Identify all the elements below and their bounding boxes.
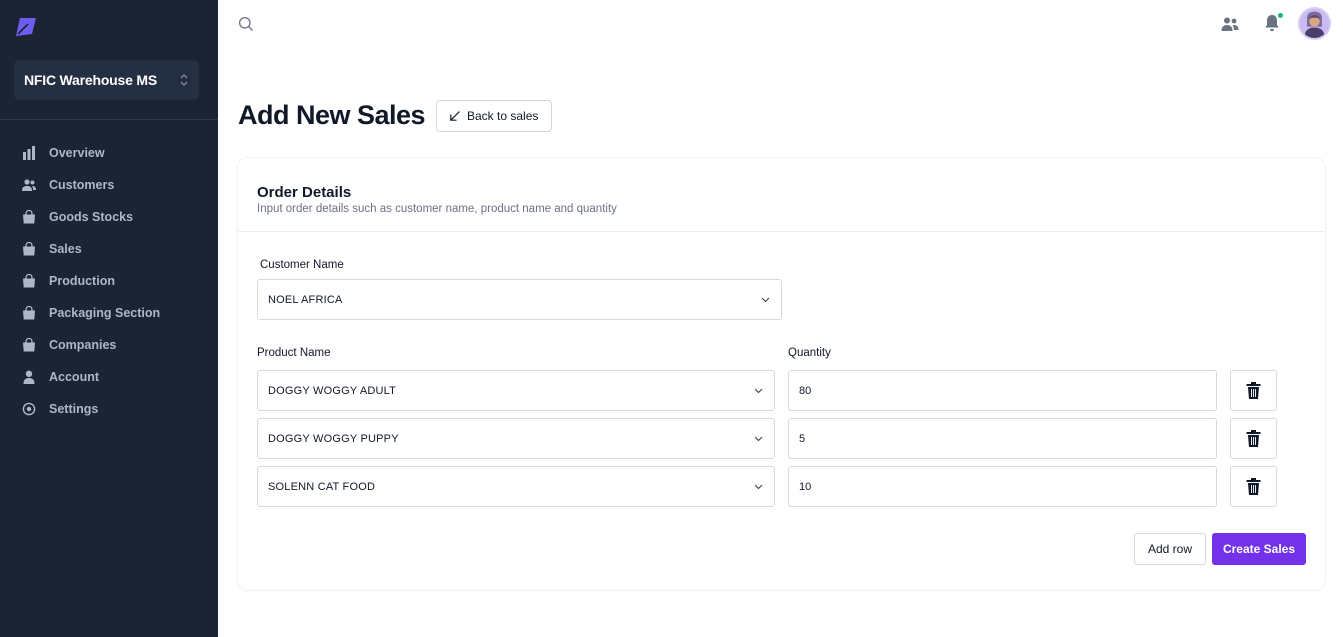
sidebar-item-overview[interactable]: Overview bbox=[0, 137, 218, 169]
chevron-down-icon bbox=[754, 484, 763, 489]
delete-row-button[interactable] bbox=[1230, 418, 1277, 459]
sidebar-item-label: Account bbox=[49, 370, 99, 384]
sidebar-item-settings[interactable]: Settings bbox=[0, 393, 218, 425]
sidebar-item-sales[interactable]: Sales bbox=[0, 233, 218, 265]
search-icon[interactable] bbox=[238, 16, 254, 32]
trash-icon bbox=[1246, 430, 1261, 447]
shopping-bag-icon bbox=[22, 242, 36, 256]
sidebar-item-label: Overview bbox=[49, 146, 105, 160]
leaf-logo-icon[interactable] bbox=[14, 16, 38, 38]
product-value: SOLENN CAT FOOD bbox=[268, 480, 376, 493]
user-avatar[interactable] bbox=[1298, 7, 1331, 40]
product-select[interactable]: SOLENN CAT FOOD bbox=[257, 466, 775, 507]
create-sales-button[interactable]: Create Sales bbox=[1212, 533, 1306, 565]
quantity-value: 5 bbox=[799, 432, 806, 445]
notification-dot bbox=[1277, 12, 1284, 19]
user-icon bbox=[22, 370, 36, 384]
product-value: DOGGY WOGGY PUPPY bbox=[268, 432, 399, 445]
sidebar-item-label: Packaging Section bbox=[49, 306, 161, 320]
product-select[interactable]: DOGGY WOGGY PUPPY bbox=[257, 418, 775, 459]
arrow-down-left-icon bbox=[450, 111, 460, 121]
quantity-label: Quantity bbox=[788, 347, 831, 359]
quantity-input[interactable]: 5 bbox=[788, 418, 1217, 459]
sidebar-item-companies[interactable]: Companies bbox=[0, 329, 218, 361]
customer-name-value: NOEL AFRICA bbox=[268, 293, 343, 306]
sidebar-item-goods-stocks[interactable]: Goods Stocks bbox=[0, 201, 218, 233]
sidebar-item-account[interactable]: Account bbox=[0, 361, 218, 393]
chevron-down-icon bbox=[754, 388, 763, 393]
gear-icon bbox=[22, 402, 36, 416]
quantity-value: 10 bbox=[799, 480, 812, 493]
customer-name-select[interactable]: NOEL AFRICA bbox=[257, 279, 782, 320]
trash-icon bbox=[1246, 382, 1261, 399]
back-to-sales-label: Back to sales bbox=[467, 109, 539, 123]
shopping-bag-icon bbox=[22, 274, 36, 288]
users-icon[interactable] bbox=[1221, 16, 1239, 32]
delete-row-button[interactable] bbox=[1230, 466, 1277, 507]
users-icon bbox=[22, 178, 36, 192]
chevron-up-down-icon bbox=[180, 74, 188, 86]
sidebar-divider bbox=[0, 119, 218, 120]
chevron-down-icon bbox=[761, 297, 770, 302]
sidebar-item-label: Companies bbox=[49, 338, 117, 352]
page-title: Add New Sales bbox=[238, 100, 426, 130]
sidebar-item-label: Goods Stocks bbox=[49, 210, 134, 224]
workspace-switcher[interactable]: NFIC Warehouse MS bbox=[14, 60, 199, 100]
order-details-card: Order Details Input order details such a… bbox=[238, 158, 1325, 590]
add-row-button[interactable]: Add row bbox=[1134, 533, 1206, 565]
quantity-value: 80 bbox=[799, 384, 812, 397]
sidebar-item-label: Settings bbox=[49, 402, 99, 416]
shopping-bag-icon bbox=[22, 306, 36, 320]
product-select[interactable]: DOGGY WOGGY ADULT bbox=[257, 370, 775, 411]
sidebar-item-label: Production bbox=[49, 274, 115, 288]
workspace-name: NFIC Warehouse MS bbox=[24, 72, 157, 88]
sidebar-nav: Overview Customers Goods Stocks Sales Pr… bbox=[0, 137, 218, 425]
product-value: DOGGY WOGGY ADULT bbox=[268, 384, 397, 397]
sidebar-item-production[interactable]: Production bbox=[0, 265, 218, 297]
product-name-label: Product Name bbox=[257, 347, 331, 359]
sidebar-item-label: Customers bbox=[49, 178, 115, 192]
card-divider bbox=[238, 231, 1325, 232]
shopping-bag-icon bbox=[22, 210, 36, 224]
quantity-input[interactable]: 10 bbox=[788, 466, 1217, 507]
sidebar-item-customers[interactable]: Customers bbox=[0, 169, 218, 201]
bar-chart-icon bbox=[22, 146, 36, 160]
sidebar-item-packaging-section[interactable]: Packaging Section bbox=[0, 297, 218, 329]
back-to-sales-button[interactable]: Back to sales bbox=[436, 100, 553, 132]
card-subtitle: Input order details such as customer nam… bbox=[257, 203, 617, 215]
shopping-bag-icon bbox=[22, 338, 36, 352]
quantity-input[interactable]: 80 bbox=[788, 370, 1217, 411]
chevron-down-icon bbox=[754, 436, 763, 441]
card-title: Order Details bbox=[257, 184, 352, 201]
delete-row-button[interactable] bbox=[1230, 370, 1277, 411]
customer-name-label: Customer Name bbox=[260, 259, 344, 271]
sidebar-item-label: Sales bbox=[49, 242, 82, 256]
trash-icon bbox=[1246, 478, 1261, 495]
sidebar: NFIC Warehouse MS Overview Customers Goo… bbox=[0, 0, 218, 637]
